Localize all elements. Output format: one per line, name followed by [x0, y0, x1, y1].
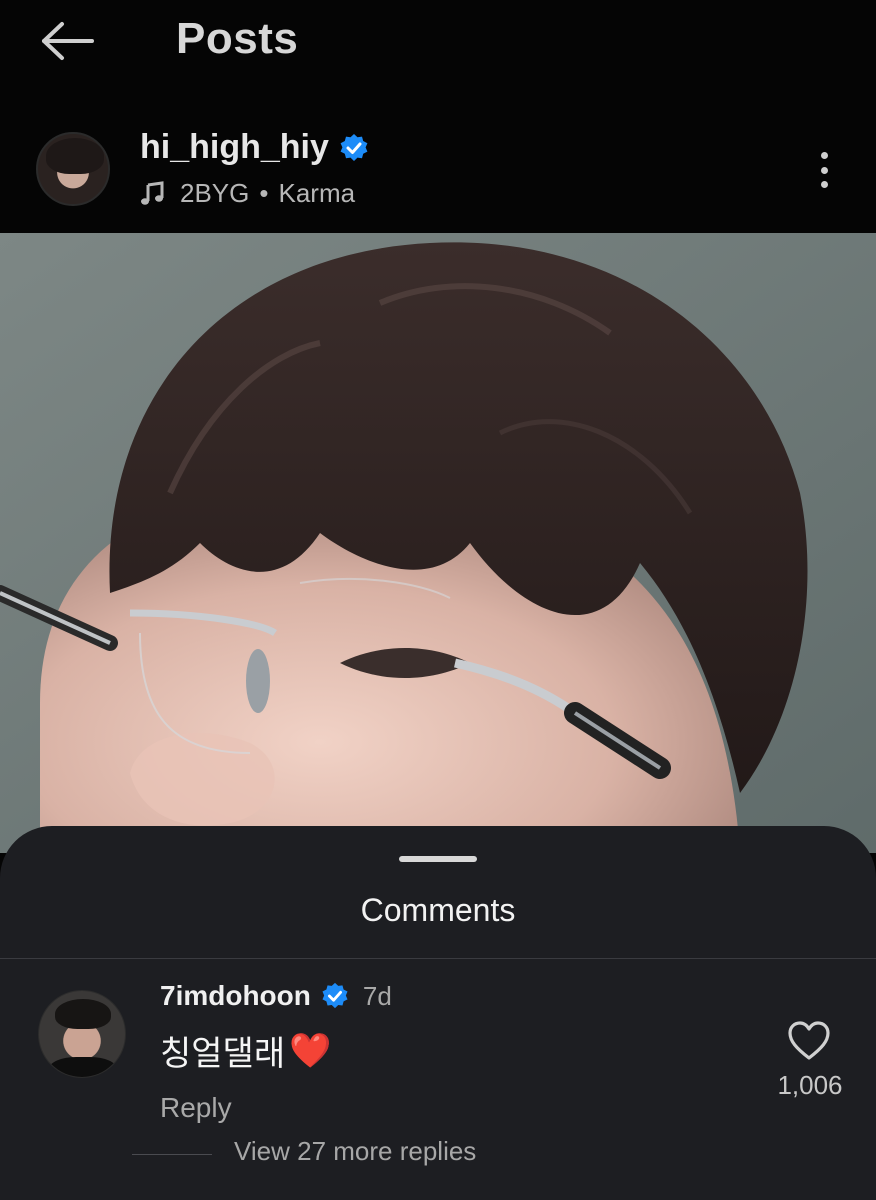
post-photo-image — [0, 233, 876, 853]
comment-body: 칭얼댈래 ❤️ — [160, 1026, 331, 1075]
author-avatar[interactable] — [36, 132, 110, 206]
replies-line — [132, 1154, 212, 1155]
author-username[interactable]: hi_high_hiy — [140, 128, 329, 167]
top-app-bar: Posts — [0, 0, 876, 84]
commenter-avatar[interactable] — [38, 990, 126, 1078]
music-note-icon — [141, 180, 164, 205]
heart-emoji: ❤️ — [289, 1031, 332, 1070]
commenter-username[interactable]: 7imdohoon — [160, 980, 311, 1012]
author-row: hi_high_hiy — [140, 128, 369, 167]
back-arrow-icon — [42, 22, 94, 60]
verified-badge-icon — [322, 982, 348, 1009]
comment-timestamp: 7d — [362, 980, 392, 1011]
view-more-replies-label[interactable]: View 27 more replies — [234, 1136, 476, 1167]
comment-header: 7imdohoon 7d — [160, 980, 392, 1012]
reply-button[interactable]: Reply — [160, 1092, 232, 1124]
back-button[interactable] — [32, 14, 102, 68]
music-song: Karma — [278, 178, 356, 208]
music-artist: 2BYG — [180, 178, 250, 208]
post-header: hi_high_hiy 2BYG • Karma — [0, 114, 876, 232]
sheet-divider — [0, 958, 876, 959]
page-title: Posts — [176, 14, 299, 63]
comment-text: 칭얼댈래 — [160, 1035, 286, 1073]
verified-badge-icon — [340, 133, 368, 161]
like-count: 1,006 — [777, 1070, 843, 1100]
sheet-drag-handle[interactable] — [399, 856, 477, 862]
music-separator: • — [259, 178, 269, 208]
music-info[interactable]: 2BYG • Karma — [140, 178, 355, 209]
comments-title: Comments — [360, 892, 516, 928]
post-photo[interactable] — [0, 233, 876, 853]
view-more-replies[interactable]: View 27 more replies — [0, 1134, 876, 1174]
more-options-icon[interactable] — [808, 148, 840, 192]
app-screen: Posts hi_high_hiy 2BYG • Karma Comments … — [0, 0, 876, 1200]
heart-icon[interactable] — [786, 1020, 832, 1062]
comments-sheet: Comments 7imdohoon 7d 칭얼댈래 ❤️ Reply 1,00… — [0, 826, 876, 1200]
